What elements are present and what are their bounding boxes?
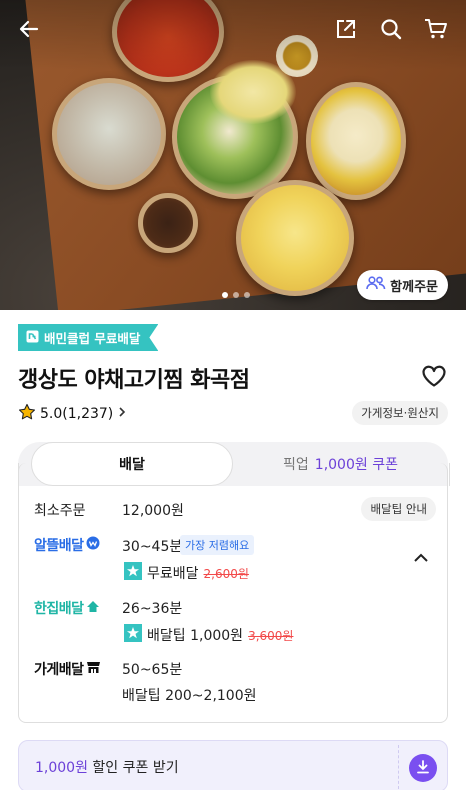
option-fee-line: 무료배달 2,600원 bbox=[124, 562, 249, 584]
cart-icon bbox=[424, 18, 448, 44]
search-icon bbox=[380, 18, 402, 44]
coupon-text: 1,000원 할인 쿠폰 받기 bbox=[35, 757, 179, 777]
store-awning-icon bbox=[86, 661, 101, 678]
collapse-options-button[interactable] bbox=[411, 548, 431, 568]
group-order-button[interactable]: 함께주문 bbox=[357, 270, 448, 300]
tab-delivery-label: 배달 bbox=[119, 457, 145, 473]
group-users-icon bbox=[366, 276, 386, 294]
rating-summary[interactable]: 5.0 (1,237) bbox=[18, 403, 127, 425]
option-time: 50~65분 bbox=[122, 662, 183, 678]
club-star-icon bbox=[124, 562, 142, 584]
download-icon bbox=[416, 759, 430, 778]
arrow-left-icon bbox=[18, 18, 40, 44]
coupon-download-button[interactable] bbox=[409, 754, 437, 782]
badge-label: 배민클럽 무료배달 bbox=[44, 331, 141, 346]
min-order-label: 최소주문 bbox=[34, 503, 86, 519]
club-star-icon bbox=[124, 624, 142, 646]
store-info-button[interactable]: 가게정보·원산지 bbox=[352, 401, 448, 425]
saver-badge-icon bbox=[86, 536, 100, 554]
food-plate-cabbage bbox=[236, 180, 354, 296]
share-icon bbox=[335, 18, 357, 44]
coupon-label: 할인 쿠폰 받기 bbox=[87, 760, 179, 776]
option-name: 한집배달 bbox=[34, 601, 84, 617]
option-time: 30~45분 bbox=[122, 539, 183, 555]
min-order-value: 12,000원 bbox=[122, 503, 184, 519]
back-button[interactable] bbox=[12, 14, 46, 48]
option-fee-line: 배달팁 1,000원 3,600원 bbox=[124, 624, 293, 646]
group-order-label: 함께주문 bbox=[390, 279, 438, 295]
option-logo-single: 한집배달 bbox=[34, 598, 100, 618]
coupon-download-bar[interactable]: 1,000원 할인 쿠폰 받기 bbox=[18, 740, 448, 790]
option-name: 알뜰배달 bbox=[34, 538, 84, 554]
chevron-up-icon bbox=[411, 553, 431, 572]
coupon-divider bbox=[398, 745, 399, 789]
house-icon bbox=[86, 600, 100, 617]
search-button[interactable] bbox=[374, 14, 408, 48]
cart-button[interactable] bbox=[419, 14, 453, 48]
option-logo-store: 가게배달 bbox=[34, 659, 101, 679]
coupon-amount: 1,000원 bbox=[35, 760, 88, 776]
review-count: (1,237) bbox=[62, 406, 114, 422]
food-plate-sliced-meat bbox=[52, 78, 166, 190]
option-time: 26~36분 bbox=[122, 601, 183, 617]
carousel-dot bbox=[222, 292, 228, 298]
carousel-dot bbox=[233, 292, 239, 298]
favorite-button[interactable] bbox=[421, 364, 447, 388]
food-plate-bean-sprouts bbox=[306, 82, 406, 200]
option-fee: 배달팁 200~2,100원 bbox=[122, 688, 257, 704]
carousel-dot bbox=[244, 292, 250, 298]
option-logo-saver: 알뜰배달 bbox=[34, 535, 100, 555]
option-original-fee: 2,600원 bbox=[203, 566, 249, 581]
rating-value: 5.0 bbox=[40, 406, 63, 422]
store-name: 갱상도 야채고기찜 화곡점 bbox=[18, 368, 250, 393]
baemin-club-badge: 배민클럽 무료배달 bbox=[18, 324, 158, 351]
option-original-fee: 3,600원 bbox=[248, 628, 294, 643]
store-hero-image[interactable]: 함께주문 bbox=[0, 0, 466, 310]
delivery-tip-info-button[interactable]: 배달팁 안내 bbox=[361, 497, 436, 521]
star-icon bbox=[18, 403, 36, 425]
carousel-indicator bbox=[222, 292, 250, 298]
option-name: 가게배달 bbox=[34, 662, 84, 678]
option-fee: 무료배달 bbox=[147, 566, 199, 582]
cheapest-tag: 가장 저렴해요 bbox=[180, 535, 255, 555]
food-plate-dipping-sauce bbox=[138, 193, 198, 253]
option-fee: 배달팁 1,000원 bbox=[147, 628, 244, 644]
tab-delivery[interactable]: 배달 bbox=[31, 442, 233, 486]
chevron-right-icon bbox=[117, 406, 127, 422]
heart-icon bbox=[421, 365, 447, 392]
share-button[interactable] bbox=[329, 14, 363, 48]
club-icon bbox=[26, 330, 39, 346]
